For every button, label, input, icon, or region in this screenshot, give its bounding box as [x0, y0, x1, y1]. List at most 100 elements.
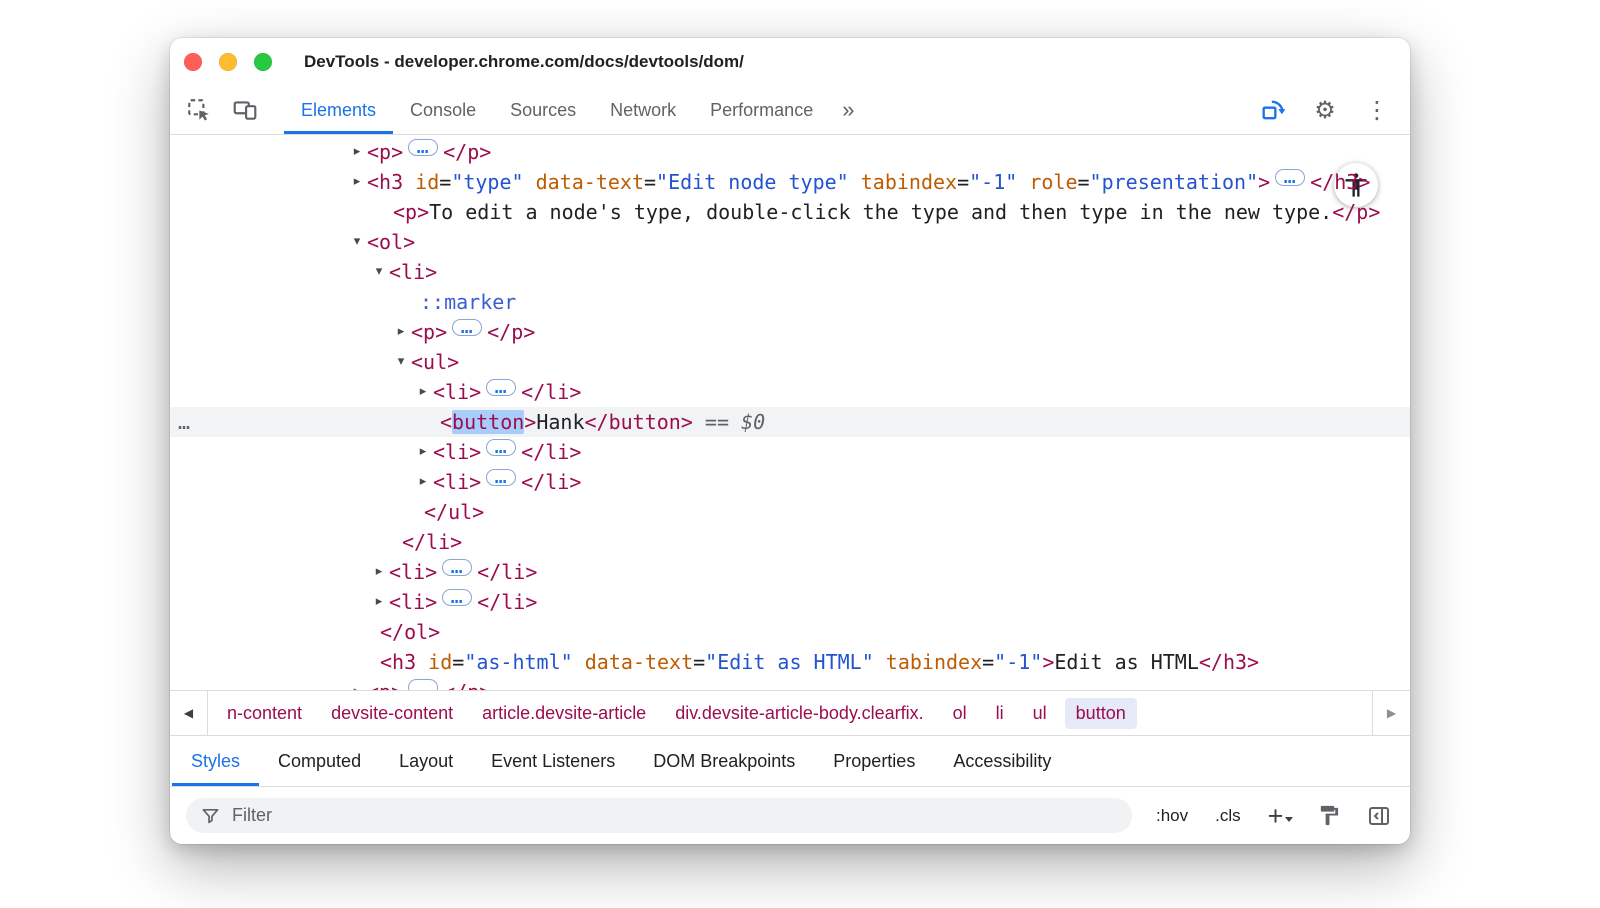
inspect-element-icon[interactable] [184, 95, 214, 125]
code-tag: <p> [393, 200, 429, 224]
code-tag: <ul> [411, 350, 459, 374]
rendering-emulation-icon[interactable] [1317, 804, 1340, 827]
code-punc: = [957, 170, 969, 194]
device-toolbar-icon[interactable] [230, 95, 260, 125]
code-tag: > [1258, 170, 1270, 194]
code-tag: > [524, 410, 536, 434]
dom-tree-row[interactable]: ▸<li>…</li> [170, 437, 1410, 467]
dom-tree-row[interactable]: ▸<p>…</p> [170, 137, 1410, 167]
code-tag: <p> [367, 680, 403, 690]
tab-dom-breakpoints[interactable]: DOM Breakpoints [634, 736, 814, 786]
tab-accessibility[interactable]: Accessibility [934, 736, 1070, 786]
more-tabs-icon[interactable]: » [830, 86, 866, 134]
toggle-element-state-button[interactable]: :hov [1156, 806, 1188, 826]
disclosure-collapsed-icon[interactable]: ▸ [415, 437, 431, 467]
dom-tree-row[interactable]: ▸<li>…</li> [170, 467, 1410, 497]
disclosure-expanded-icon[interactable]: ▾ [393, 347, 409, 377]
tab-properties[interactable]: Properties [814, 736, 934, 786]
code-pseudo: ::marker [420, 290, 516, 314]
disclosure-collapsed-icon[interactable]: ▸ [371, 587, 387, 617]
disclosure-collapsed-icon[interactable]: ▸ [349, 137, 365, 167]
code-txt [1017, 170, 1029, 194]
code-tag: </li> [477, 560, 537, 584]
tab-elements[interactable]: Elements [284, 86, 393, 134]
code-punc: = [693, 650, 705, 674]
ellipsis-expander[interactable]: … [486, 469, 516, 486]
dom-tree-row[interactable]: ▾<ol> [170, 227, 1410, 257]
tab-sources[interactable]: Sources [493, 86, 593, 134]
disclosure-expanded-icon[interactable]: ▾ [349, 227, 365, 257]
breadcrumb-item[interactable]: div.devsite-article-body.clearfix. [664, 698, 934, 729]
code-tag: <li> [389, 260, 437, 284]
dom-tree-row[interactable]: ▾<li> [170, 257, 1410, 287]
ellipsis-expander[interactable]: … [486, 379, 516, 396]
screencast-icon[interactable] [1258, 95, 1288, 125]
code-tag: </p> [443, 680, 491, 690]
breadcrumb-scroll-right-icon[interactable]: ▶ [1372, 691, 1410, 735]
dom-tree-row[interactable]: </ul> [170, 497, 1410, 527]
tab-network[interactable]: Network [593, 86, 693, 134]
dom-tree-row[interactable]: </li> [170, 527, 1410, 557]
minimize-button[interactable] [219, 53, 237, 71]
disclosure-expanded-icon[interactable]: ▾ [371, 257, 387, 287]
breadcrumb-bar: ◀ n-contentdevsite-contentarticle.devsit… [170, 690, 1410, 735]
code-txt: Edit as HTML [1054, 650, 1199, 674]
new-style-rule-button[interactable]: + [1268, 805, 1291, 827]
disclosure-collapsed-icon[interactable]: ▸ [415, 467, 431, 497]
code-tag: <li> [389, 560, 437, 584]
dom-tree-row[interactable]: ▸<h3 id="type" data-text="Edit node type… [170, 167, 1410, 197]
code-tag: <li> [433, 470, 481, 494]
dom-tree-row[interactable]: ▸<li>…</li> [170, 377, 1410, 407]
code-tag: <li> [433, 380, 481, 404]
ellipsis-expander[interactable]: … [442, 559, 472, 576]
dom-tree-row[interactable]: ▸<p>…</p> [170, 317, 1410, 347]
filter-input[interactable] [230, 804, 1117, 827]
ellipsis-expander[interactable]: … [442, 589, 472, 606]
ellipsis-expander[interactable]: … [452, 319, 482, 336]
breadcrumb-item[interactable]: n-content [216, 698, 313, 729]
dom-tree-row[interactable]: ▾<ul> [170, 347, 1410, 377]
dom-tree-row[interactable]: </ol> [170, 617, 1410, 647]
dom-tree-row[interactable]: <h3 id="as-html" data-text="Edit as HTML… [170, 647, 1410, 677]
filter-field[interactable] [186, 798, 1132, 833]
breadcrumb-item[interactable]: li [985, 698, 1015, 729]
tab-styles[interactable]: Styles [172, 736, 259, 786]
tab-computed[interactable]: Computed [259, 736, 380, 786]
dom-tree-row[interactable]: …<button>Hank</button> == $0 [170, 407, 1410, 437]
breadcrumb-item[interactable]: article.devsite-article [471, 698, 657, 729]
breadcrumb-item[interactable]: button [1065, 698, 1137, 729]
ellipsis-expander[interactable]: … [486, 439, 516, 456]
close-button[interactable] [184, 53, 202, 71]
breadcrumb-scroll-left-icon[interactable]: ◀ [170, 691, 208, 735]
code-txt [874, 650, 886, 674]
element-classes-button[interactable]: .cls [1215, 806, 1241, 826]
dom-tree-row[interactable]: <p>To edit a node's type, double-click t… [170, 197, 1410, 227]
toggle-sidebar-icon[interactable] [1367, 804, 1391, 828]
dom-tree-row[interactable]: ▸<p> … </p> [170, 677, 1410, 690]
settings-gear-icon[interactable]: ⚙ [1310, 95, 1340, 125]
tab-performance[interactable]: Performance [693, 86, 830, 134]
ellipsis-expander[interactable]: … [1275, 169, 1305, 186]
dom-tree: ▸<p>…</p>▸<h3 id="type" data-text="Edit … [170, 135, 1410, 690]
disclosure-collapsed-icon[interactable]: ▸ [349, 167, 365, 197]
disclosure-collapsed-icon[interactable]: ▸ [371, 557, 387, 587]
ellipsis-expander[interactable]: … [408, 679, 438, 690]
code-tag: </ol> [380, 620, 440, 644]
breadcrumb-item[interactable]: ol [942, 698, 978, 729]
code-punc: = [982, 650, 994, 674]
kebab-menu-icon[interactable]: ⋮ [1362, 95, 1392, 125]
tab-layout[interactable]: Layout [380, 736, 472, 786]
disclosure-collapsed-icon[interactable]: ▸ [393, 317, 409, 347]
dom-tree-row[interactable]: ▸<li>…</li> [170, 587, 1410, 617]
dom-tree-row[interactable]: ▸<li> … </li> [170, 557, 1410, 587]
disclosure-collapsed-icon[interactable]: ▸ [415, 377, 431, 407]
tab-console[interactable]: Console [393, 86, 493, 134]
dom-tree-row[interactable]: ::marker [170, 287, 1410, 317]
zoom-button[interactable] [254, 53, 272, 71]
breadcrumb-item[interactable]: ul [1022, 698, 1058, 729]
ellipsis-expander[interactable]: … [408, 139, 438, 156]
row-menu-dots[interactable]: … [178, 407, 191, 437]
disclosure-collapsed-icon[interactable]: ▸ [349, 677, 365, 690]
tab-event-listeners[interactable]: Event Listeners [472, 736, 634, 786]
breadcrumb-item[interactable]: devsite-content [320, 698, 464, 729]
